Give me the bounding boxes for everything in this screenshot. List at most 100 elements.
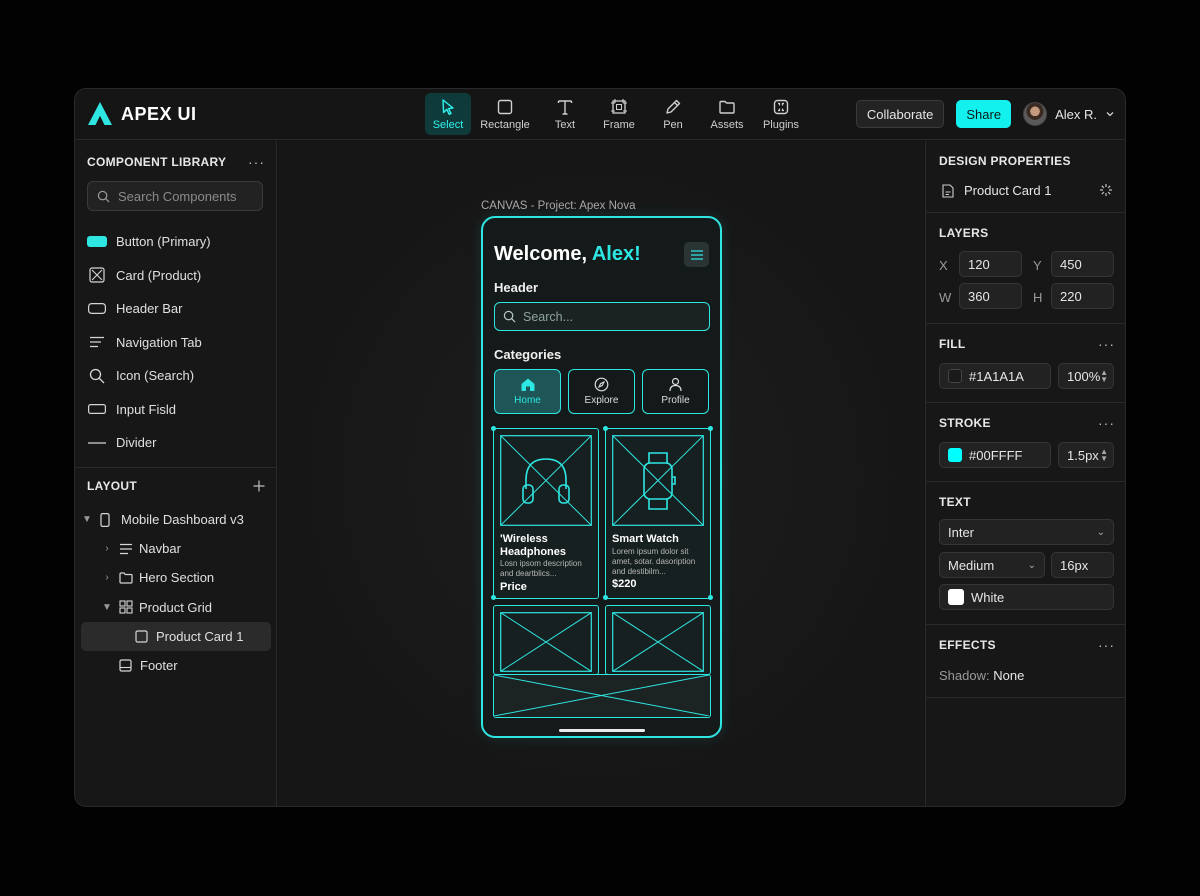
user-menu[interactable]: Alex R.	[1023, 102, 1115, 126]
grid-icon	[119, 600, 133, 614]
component-label: Input Fisld	[116, 401, 176, 417]
caret-down-icon[interactable]: ▼	[81, 514, 93, 525]
tool-assets[interactable]: Assets	[701, 93, 753, 135]
text-color-input[interactable]: White	[939, 584, 1114, 610]
tool-select[interactable]: Select	[425, 93, 471, 135]
selection-handle[interactable]	[491, 595, 496, 600]
component-label: Header Bar	[116, 301, 183, 317]
stroke-color-input[interactable]: #00FFFF	[939, 442, 1051, 468]
component-item-input-field[interactable]: Input Fisld	[87, 393, 267, 427]
card-description: Lorem ipsum dolor sit amet, sotar. dasor…	[612, 547, 708, 577]
image-placeholder	[500, 612, 592, 672]
right-panel: DESIGN PROPERTIES Product Card 1 LAYERS …	[925, 141, 1125, 806]
tree-item-footer[interactable]: Footer	[81, 651, 271, 680]
tree-label: Navbar	[139, 541, 181, 557]
caret-right-icon[interactable]: ›	[101, 572, 113, 583]
component-item-divider[interactable]: Divider	[87, 426, 267, 460]
tool-label: Select	[432, 118, 464, 131]
collaborate-button[interactable]: Collaborate	[855, 100, 945, 128]
stepper-icon[interactable]: ▲ ▼	[1100, 448, 1108, 463]
phone-search-input[interactable]: Search...	[494, 302, 710, 331]
tree-item-product-grid[interactable]: ▼ Product Grid	[81, 593, 271, 622]
tree-label: Footer	[140, 658, 178, 674]
shadow-value: None	[993, 668, 1025, 683]
settings-sparkle-icon[interactable]	[1099, 183, 1113, 197]
tool-frame[interactable]: Frame	[593, 93, 645, 135]
x-input[interactable]: 120	[959, 251, 1022, 277]
more-options-icon[interactable]: ···	[248, 155, 265, 169]
category-home[interactable]: Home	[494, 369, 561, 414]
share-button[interactable]: Share	[956, 100, 1012, 128]
category-explore[interactable]: Explore	[568, 369, 635, 414]
tool-plugins[interactable]: Plugins	[755, 93, 807, 135]
caret-down-icon[interactable]: ▼	[101, 602, 113, 613]
layers-section: LAYERS X 120 Y 450 W 360 H 220	[926, 213, 1125, 324]
design-properties-header: DESIGN PROPERTIES	[939, 154, 1115, 168]
product-card-placeholder[interactable]	[605, 605, 711, 675]
layout-title: LAYOUT	[87, 479, 138, 493]
more-options-icon[interactable]: ···	[1098, 638, 1115, 652]
more-options-icon[interactable]: ···	[1098, 416, 1115, 430]
tree-label: Hero Section	[139, 570, 215, 586]
product-card-placeholder[interactable]	[493, 605, 599, 675]
font-size-input[interactable]: 16px	[1051, 552, 1114, 578]
tree-label: Product Card 1	[156, 628, 244, 644]
fill-color-input[interactable]: #1A1A1A	[939, 363, 1051, 389]
caret-right-icon[interactable]: ›	[101, 543, 113, 554]
tool-label: Rectangle	[480, 118, 530, 131]
search-placeholder: Search Components	[118, 188, 237, 204]
app-logo: APEX UI	[87, 101, 197, 127]
search-icon	[89, 368, 105, 384]
product-card-smart-watch[interactable]: Smart Watch Lorem ipsum dolor sit amet, …	[605, 428, 711, 599]
fill-section: FILL ··· #1A1A1A 100% ▲ ▼	[926, 324, 1125, 403]
x-label: X	[939, 258, 948, 273]
stroke-width-input[interactable]: 1.5px ▲ ▼	[1058, 442, 1114, 468]
y-input[interactable]: 450	[1051, 251, 1114, 277]
selection-handle[interactable]	[603, 595, 608, 600]
layer-tree: ▼ Mobile Dashboard v3 › Navbar › Hero Se…	[81, 505, 271, 680]
tool-rectangle[interactable]: Rectangle	[473, 93, 537, 135]
component-item-header-bar[interactable]: Header Bar	[87, 292, 267, 326]
card-title-line: Headphones	[500, 545, 567, 558]
more-options-icon[interactable]: ···	[1098, 337, 1115, 351]
font-family-select[interactable]: Inter ⌄	[939, 519, 1114, 545]
font-weight-select[interactable]: Medium ⌄	[939, 552, 1045, 578]
design-app-window: APEX UI Select Rectangle Text Frame Pen	[74, 88, 1126, 807]
phone-frame[interactable]: Welcome, Alex! Header Search... Categori…	[481, 216, 722, 738]
stroke-color-swatch[interactable]	[948, 448, 962, 462]
search-components-input[interactable]: Search Components	[87, 181, 263, 211]
component-item-button[interactable]: Button (Primary)	[87, 225, 267, 259]
fill-opacity-input[interactable]: 100% ▲ ▼	[1058, 363, 1114, 389]
text-color-swatch[interactable]	[948, 589, 964, 605]
selection-handle[interactable]	[491, 426, 496, 431]
footer-icon	[119, 659, 132, 672]
phone-categories: Home Explore Profile	[494, 369, 709, 414]
tree-item-navbar[interactable]: › Navbar	[81, 534, 271, 563]
tree-item-product-card-1[interactable]: Product Card 1	[81, 621, 271, 651]
stepper-icon[interactable]: ▲ ▼	[1100, 369, 1108, 384]
tool-pen[interactable]: Pen	[647, 93, 699, 135]
design-canvas[interactable]: CANVAS - Project: Apex Nova Welcome, Ale…	[278, 141, 924, 806]
component-item-card[interactable]: Card (Product)	[87, 259, 267, 293]
category-profile[interactable]: Profile	[642, 369, 709, 414]
tree-item-mobile-dashboard[interactable]: ▼ Mobile Dashboard v3	[81, 505, 271, 534]
phone-menu-button[interactable]	[684, 242, 709, 267]
selection-handle[interactable]	[708, 426, 713, 431]
tree-item-hero-section[interactable]: › Hero Section	[81, 563, 271, 592]
component-item-navigation-tab[interactable]: Navigation Tab	[87, 326, 267, 360]
card-desc-line: Losn ipsom description	[500, 559, 582, 568]
fill-color-swatch[interactable]	[948, 369, 962, 383]
phone-footer-placeholder[interactable]	[493, 674, 711, 718]
selection-handle[interactable]	[708, 595, 713, 600]
tool-label: Frame	[603, 118, 635, 131]
product-card-headphones[interactable]: 'Wireless Headphones Losn ipsom descript…	[493, 428, 599, 599]
image-placeholder	[494, 675, 709, 716]
tool-text[interactable]: Text	[539, 93, 591, 135]
w-input[interactable]: 360	[959, 283, 1022, 309]
plus-icon[interactable]	[253, 480, 265, 492]
component-label: Divider	[116, 435, 157, 451]
component-item-icon-search[interactable]: Icon (Search)	[87, 359, 267, 393]
shadow-setting[interactable]: Shadow: None	[939, 668, 1024, 683]
selection-handle[interactable]	[603, 426, 608, 431]
h-input[interactable]: 220	[1051, 283, 1114, 309]
